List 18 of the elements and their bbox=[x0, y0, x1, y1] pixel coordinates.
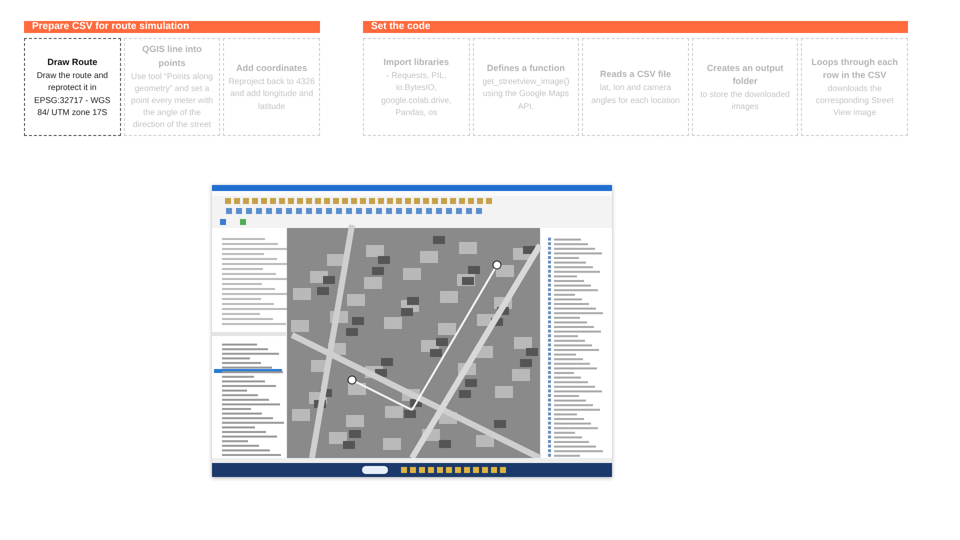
section-header: Prepare CSV for route simulation bbox=[24, 21, 320, 33]
step-title: QGIS line into points bbox=[141, 43, 203, 70]
step-title: Reads a CSV file bbox=[600, 68, 671, 82]
step-description: - Requests, PIL, io.BytesIO, google.colab.drive, Pandas, os bbox=[380, 69, 452, 118]
step-description: get_streetview_image() using the Google Maps API. bbox=[481, 75, 570, 112]
step-description: Use tool “Points along geometry” and set a point every meter with the angle of the direction of the street bbox=[130, 70, 214, 131]
step-description: Reproject back to 4326 and add longitude and latitude bbox=[228, 75, 316, 112]
step-title: Defines a function bbox=[486, 62, 565, 76]
step-title: Add coordinates bbox=[236, 62, 308, 76]
step-description: downloads the corresponding Street View image bbox=[814, 82, 895, 118]
step-description: to store the downloaded images bbox=[699, 88, 791, 112]
section-header: Set the code bbox=[363, 21, 908, 33]
step-description: lat, lon and camera angles for each location bbox=[590, 81, 681, 106]
step-title: Draw Route bbox=[47, 56, 98, 70]
step-title: Loops through each row in the CSV bbox=[810, 56, 899, 82]
step-description: Draw the route and reprotect it in EPSG:32717 - WGS 84/ UTM zone 17S bbox=[33, 69, 112, 118]
step-title: Creates an output folder bbox=[706, 62, 784, 88]
step-title: Import libraries bbox=[384, 56, 450, 70]
